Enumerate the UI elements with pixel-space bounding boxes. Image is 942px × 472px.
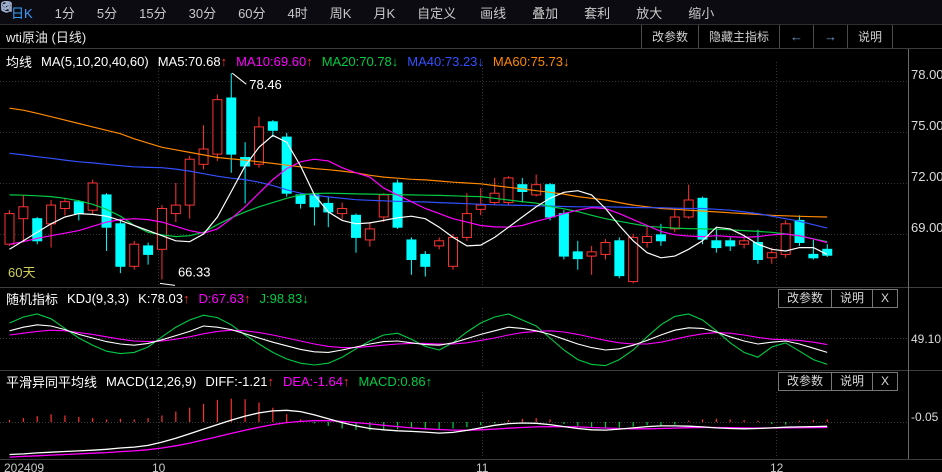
help-button[interactable]: 说明 — [831, 290, 872, 307]
chart-canvas[interactable]: 78.46 66.33 60天 78.00 75.00 72.00 69.00 49.10 -0… — [0, 0, 942, 472]
macd-axis-label: -0.05 — [911, 410, 939, 424]
indicator-label: MA(5,10,20,40,60) — [41, 54, 149, 69]
indicator-value: D:67.63↑ — [198, 291, 250, 306]
low-price-annotation: 66.33 — [178, 264, 211, 279]
prev-button[interactable]: ← — [779, 25, 813, 48]
period-tab-30分[interactable]: 30分 — [178, 3, 227, 22]
period-tab-周K[interactable]: 周K — [319, 3, 363, 22]
indicator-value: DIFF:-1.21↑ — [205, 374, 274, 389]
indicator-value: MA40:73.23↓ — [407, 54, 484, 69]
zoom-out-icon — [0, 0, 13, 13]
help-button[interactable]: 说明 — [847, 25, 893, 48]
x-axis-label: 12 — [770, 461, 783, 472]
kdj-axis-label: 49.10 — [911, 332, 941, 346]
indicator-label: KDJ(9,3,3) — [67, 291, 129, 306]
period-tab-5分[interactable]: 5分 — [86, 3, 128, 22]
high-price-annotation: 78.46 — [249, 77, 282, 92]
trading-app-window: 78.46 66.33 60天 78.00 75.00 72.00 69.00 49.10 -0… — [0, 0, 942, 472]
period-tab-月K[interactable]: 月K — [362, 3, 406, 22]
change-params-button[interactable]: 改参数 — [641, 25, 698, 48]
kdj-indicator-header: 随机指标 KDJ(9,3,3) K:78.03↑ D:67.63↑ J:98.83↓ — [6, 290, 318, 306]
tool-button-叠加[interactable]: 叠加 — [519, 3, 571, 22]
indicator-value: J:98.83↓ — [260, 291, 309, 306]
titlebar-buttons: 改参数隐藏主指标←→说明 — [641, 25, 893, 48]
ma-indicator-header: 均线 MA(5,10,20,40,60) MA5:70.68↑ MA10:69.60↑… — [6, 53, 579, 69]
indicator-label: 均线 — [6, 52, 32, 71]
kdj-buttons: 改参数说明X — [778, 289, 898, 308]
tool-button-缩小[interactable]: 缩小 — [675, 3, 727, 22]
indicator-label: 随机指标 — [6, 289, 58, 308]
period-tab-4时[interactable]: 4时 — [277, 3, 319, 22]
macd-indicator-header: 平滑异同平均线 MACD(12,26,9) DIFF:-1.21↑ DEA:-1.64… — [6, 373, 441, 389]
period-tab-15分[interactable]: 15分 — [128, 3, 177, 22]
change-params-button[interactable]: 改参数 — [779, 290, 831, 307]
tool-button-套利[interactable]: ¥套利 — [571, 3, 623, 22]
period-tab-60分[interactable]: 60分 — [227, 3, 276, 22]
close-button[interactable]: X — [872, 373, 897, 390]
macd-buttons: 改参数说明X — [778, 372, 898, 391]
x-axis-label: 10 — [152, 461, 165, 472]
price-axis-label: 78.00 — [911, 67, 942, 82]
tool-button-放大[interactable]: 放大 — [623, 3, 675, 22]
chart-title: wti原油 (日线) — [0, 27, 86, 46]
price-axis-label: 72.00 — [911, 169, 942, 184]
help-button[interactable]: 说明 — [831, 373, 872, 390]
period-tab-1分[interactable]: 1分 — [44, 3, 86, 22]
period-tab-自定义[interactable]: 自定义 — [406, 3, 467, 22]
indicator-value: DEA:-1.64↑ — [283, 374, 349, 389]
tool-button-画线[interactable]: 画线 — [467, 3, 519, 22]
indicator-value: K:78.03↑ — [138, 291, 189, 306]
indicator-value: MA60:75.73↓ — [493, 54, 570, 69]
indicator-label: MACD(12,26,9) — [106, 374, 196, 389]
indicator-label: 平滑异同平均线 — [6, 372, 97, 391]
indicator-value: MACD:0.86↑ — [358, 374, 432, 389]
price-axis-label: 75.00 — [911, 118, 942, 133]
titlebar: wti原油 (日线) 改参数隐藏主指标←→说明 — [0, 25, 942, 49]
next-button[interactable]: → — [813, 25, 847, 48]
close-button[interactable]: X — [872, 290, 897, 307]
toolbar: 日K1分5分15分30分60分4时周K月K自定义画线叠加¥套利放大缩小 — [0, 0, 942, 25]
indicator-value: MA20:70.78↓ — [322, 54, 399, 69]
price-axis-label: 69.00 — [911, 220, 942, 235]
change-params-button[interactable]: 改参数 — [779, 373, 831, 390]
indicator-value: MA10:69.60↑ — [236, 54, 313, 69]
x-axis-label: 202409 — [4, 461, 44, 472]
period-label: 60天 — [8, 265, 35, 280]
hide-main-indicator-button[interactable]: 隐藏主指标 — [698, 25, 779, 48]
x-axis-label: 11 — [476, 461, 488, 472]
indicator-value: MA5:70.68↑ — [158, 54, 227, 69]
